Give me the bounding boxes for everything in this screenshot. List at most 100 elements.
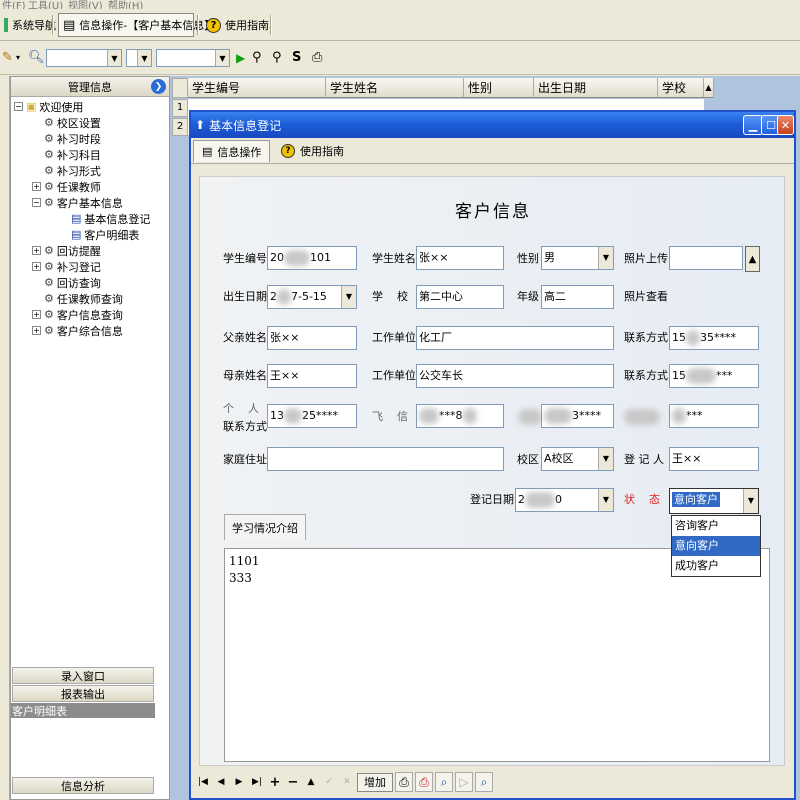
row-header[interactable]: 1 bbox=[172, 99, 188, 117]
mother-contact-field[interactable]: 15 *** bbox=[669, 364, 759, 388]
column-header-student-name[interactable]: 学生姓名 bbox=[326, 78, 464, 98]
column-header-school[interactable]: 学校 bbox=[658, 78, 704, 98]
tree-item[interactable]: ⚙ 补习时段 bbox=[32, 131, 101, 146]
insert-record-icon[interactable]: + bbox=[267, 773, 283, 791]
photo-upload-field[interactable] bbox=[669, 246, 743, 270]
tab-customer-info[interactable]: ▤ 信息操作-【客户基本信息】 bbox=[58, 13, 215, 37]
registrar-field[interactable]: 王×× bbox=[669, 447, 759, 471]
tree-item[interactable]: − ⚙ 客户基本信息 bbox=[32, 195, 123, 210]
scroll-up-icon[interactable]: ▲ bbox=[704, 78, 714, 98]
tab-info-operation[interactable]: ▤ 信息操作 bbox=[193, 140, 271, 162]
expand-icon[interactable]: + bbox=[32, 262, 41, 271]
prior-record-icon[interactable]: ◀ bbox=[213, 773, 229, 791]
gender-select[interactable]: 男 ▼ bbox=[541, 246, 614, 270]
report-output-button[interactable]: 报表输出 bbox=[12, 685, 154, 702]
tab-user-guide[interactable]: ? 使用指南 bbox=[273, 140, 352, 162]
father-work-field[interactable]: 化工厂 bbox=[416, 326, 614, 350]
tab-system-navigation[interactable]: 系统导航 bbox=[0, 13, 60, 37]
selected-report-item[interactable]: 客户明细表 bbox=[11, 703, 155, 718]
tab-user-guide[interactable]: ? 使用指南 bbox=[202, 13, 273, 37]
post-record-icon[interactable]: ✓ bbox=[321, 773, 337, 791]
column-header-gender[interactable]: 性别 bbox=[464, 78, 534, 98]
menu-view[interactable]: 视图(V) bbox=[68, 0, 103, 9]
tree-item[interactable]: ⚙ 任课教师查询 bbox=[32, 291, 123, 306]
column-header-student-id[interactable]: 学生编号 bbox=[188, 78, 326, 98]
tree-item[interactable]: + ⚙ 补习登记 bbox=[32, 259, 101, 274]
dialog-titlebar[interactable]: ⬆ 基本信息登记 ▁ ☐ ✕ bbox=[191, 112, 794, 138]
print-preview-icon[interactable]: ⎙ bbox=[415, 772, 433, 792]
mother-work-field[interactable]: 公交车长 bbox=[416, 364, 614, 388]
add-button[interactable]: 增加 bbox=[357, 772, 393, 792]
extra-contact-field[interactable]: 3**** bbox=[541, 404, 614, 428]
collapse-icon[interactable]: − bbox=[14, 102, 23, 111]
chevron-down-icon[interactable]: ▼ bbox=[598, 489, 613, 511]
last-record-icon[interactable]: ▶| bbox=[249, 773, 265, 791]
chevron-down-icon[interactable]: ▼ bbox=[107, 50, 121, 66]
chevron-down-icon[interactable]: ▼ bbox=[215, 50, 229, 66]
run-query-icon[interactable]: ▶ bbox=[236, 50, 245, 66]
tree-item[interactable]: + ⚙ 任课教师 bbox=[32, 179, 101, 194]
find-next-icon[interactable]: ⚲ bbox=[272, 50, 282, 66]
menu-help[interactable]: 帮助(H) bbox=[108, 0, 143, 9]
edit-record-icon[interactable]: ▲ bbox=[303, 773, 319, 791]
info-analysis-button[interactable]: 信息分析 bbox=[12, 777, 154, 794]
photo-view-link[interactable]: 照片查看 bbox=[624, 290, 668, 304]
chevron-down-icon[interactable]: ▾ bbox=[16, 50, 20, 66]
pencil-icon[interactable]: ✎ bbox=[2, 50, 13, 66]
personal-contact-field[interactable]: 13 25**** bbox=[267, 404, 357, 428]
forward-icon[interactable]: ▷ bbox=[455, 772, 473, 792]
chevron-down-icon[interactable]: ▼ bbox=[598, 247, 613, 269]
find-icon[interactable]: ⚲ bbox=[252, 50, 262, 66]
tree-item[interactable]: ⚙ 回访查询 bbox=[32, 275, 101, 290]
expand-icon[interactable]: + bbox=[32, 326, 41, 335]
campus-select[interactable]: A校区 ▼ bbox=[541, 447, 614, 471]
row-header[interactable]: 2 bbox=[172, 118, 188, 136]
expand-icon[interactable]: + bbox=[32, 246, 41, 255]
student-id-field[interactable]: 20 101 bbox=[267, 246, 357, 270]
address-field[interactable] bbox=[267, 447, 504, 471]
tab-study-introduction[interactable]: 学习情况介绍 bbox=[224, 514, 306, 540]
upload-arrow-icon[interactable]: ▲ bbox=[745, 246, 760, 272]
next-record-icon[interactable]: ▶ bbox=[231, 773, 247, 791]
chevron-down-icon[interactable]: ▼ bbox=[137, 50, 151, 66]
search-icon[interactable]: ⌕ bbox=[475, 772, 493, 792]
tree-item[interactable]: ▤ 基本信息登记 bbox=[71, 211, 150, 226]
birth-date-picker[interactable]: 2 7-5-15 ▼ bbox=[267, 285, 357, 309]
school-field[interactable]: 第二中心 bbox=[416, 285, 504, 309]
mother-name-field[interactable]: 王×× bbox=[267, 364, 357, 388]
tree-item[interactable]: ⚙ 补习科目 bbox=[32, 147, 101, 162]
filter-operator-combo[interactable]: ▼ bbox=[126, 49, 152, 67]
chevron-down-icon[interactable]: ▼ bbox=[341, 286, 356, 308]
filter-value-combo[interactable]: ▼ bbox=[156, 49, 230, 67]
expand-icon[interactable]: + bbox=[32, 182, 41, 191]
feixin-field[interactable]: ***8 bbox=[416, 404, 504, 428]
father-contact-field[interactable]: 15 35**** bbox=[669, 326, 759, 350]
status-option-success[interactable]: 成功客户 bbox=[672, 556, 760, 576]
filter-field-combo[interactable]: ▼ bbox=[46, 49, 122, 67]
search-icon[interactable]: 🔍︎ bbox=[28, 50, 45, 66]
expand-icon[interactable]: + bbox=[32, 310, 41, 319]
tree-item[interactable]: ⚙ 补习形式 bbox=[32, 163, 101, 178]
chevron-down-icon[interactable]: ▼ bbox=[598, 448, 613, 470]
father-name-field[interactable]: 张×× bbox=[267, 326, 357, 350]
minimize-icon[interactable]: ▁ bbox=[743, 115, 763, 135]
grade-field[interactable]: 高二 bbox=[541, 285, 614, 309]
print-icon[interactable]: ⎙ bbox=[395, 772, 413, 792]
study-introduction-textarea[interactable]: 1101 333 bbox=[224, 548, 770, 762]
chevron-down-icon[interactable]: ▼ bbox=[743, 489, 758, 513]
extra-contact-field-2[interactable]: *** bbox=[669, 404, 759, 428]
delete-record-icon[interactable]: − bbox=[285, 773, 301, 791]
status-select[interactable]: 意向客户 ▼ bbox=[669, 488, 759, 514]
tree-item[interactable]: + ⚙ 客户信息查询 bbox=[32, 307, 123, 322]
tree-item[interactable]: ⚙ 校区设置 bbox=[32, 115, 101, 130]
tree-item[interactable]: ▤ 客户明细表 bbox=[71, 227, 139, 242]
reg-date-picker[interactable]: 2 0 ▼ bbox=[515, 488, 614, 512]
student-name-field[interactable]: 张×× bbox=[416, 246, 504, 270]
collapse-icon[interactable]: − bbox=[32, 198, 41, 207]
cancel-record-icon[interactable]: ✕ bbox=[339, 773, 355, 791]
collapse-icon[interactable]: ❯ bbox=[151, 79, 166, 94]
tree-item[interactable]: − ▣ 欢迎使用 bbox=[14, 99, 83, 114]
close-icon[interactable]: ✕ bbox=[777, 115, 794, 135]
first-record-icon[interactable]: |◀ bbox=[195, 773, 211, 791]
status-option-consult[interactable]: 咨询客户 bbox=[672, 516, 760, 536]
